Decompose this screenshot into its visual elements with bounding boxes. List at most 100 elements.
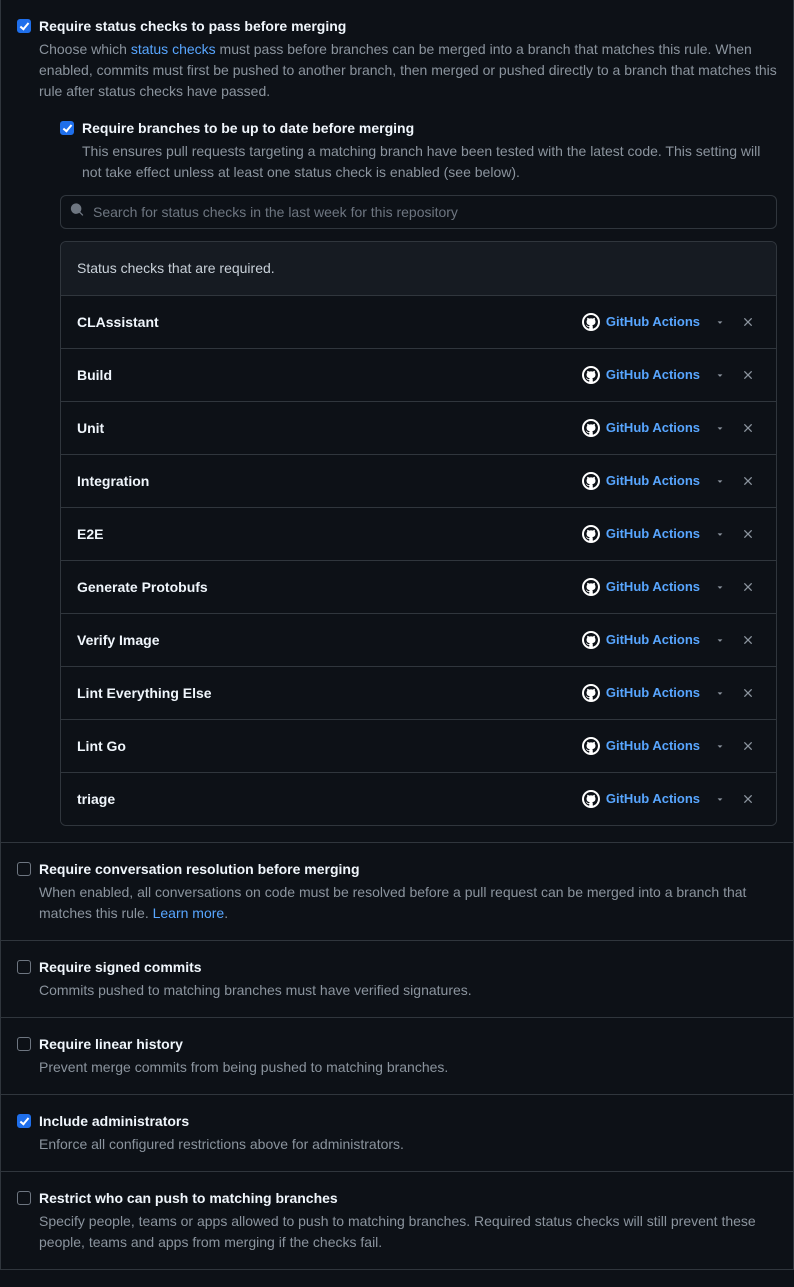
rule-title: Require signed commits <box>39 957 777 978</box>
rule-desc: Specify people, teams or apps allowed to… <box>39 1211 777 1253</box>
check-source[interactable]: GitHub Actions <box>582 789 700 809</box>
checkbox-signed-commits[interactable] <box>17 960 31 974</box>
sub-up-to-date: Require branches to be up to date before… <box>60 118 777 826</box>
remove-check-button[interactable] <box>736 416 760 440</box>
check-source[interactable]: GitHub Actions <box>582 312 700 332</box>
chevron-down-icon[interactable] <box>708 787 732 811</box>
rule-desc: When enabled, all conversations on code … <box>39 882 777 924</box>
learn-more-link[interactable]: Learn more <box>153 905 225 921</box>
check-name: Build <box>77 365 582 386</box>
rule-title: Require branches to be up to date before… <box>82 118 777 139</box>
github-icon <box>582 790 600 808</box>
chevron-down-icon[interactable] <box>708 628 732 652</box>
rule-signed-commits: Require signed commits Commits pushed to… <box>1 940 793 1017</box>
check-source[interactable]: GitHub Actions <box>582 630 700 650</box>
rule-desc: Commits pushed to matching branches must… <box>39 980 777 1001</box>
branch-protection-panel: Require status checks to pass before mer… <box>0 0 794 1270</box>
rule-require-status-checks: Require status checks to pass before mer… <box>1 0 793 842</box>
checkbox-require-status-checks[interactable] <box>17 19 31 33</box>
search-input[interactable] <box>60 195 777 229</box>
status-checks-link[interactable]: status checks <box>131 41 216 57</box>
checkbox-up-to-date[interactable] <box>60 121 74 135</box>
check-name: Unit <box>77 418 582 439</box>
rule-title: Require status checks to pass before mer… <box>39 16 777 37</box>
remove-check-button[interactable] <box>736 575 760 599</box>
chevron-down-icon[interactable] <box>708 522 732 546</box>
check-name: Lint Go <box>77 736 582 757</box>
check-row: E2E GitHub Actions <box>61 508 776 561</box>
checkbox-conversation-resolution[interactable] <box>17 862 31 876</box>
checkbox-linear-history[interactable] <box>17 1037 31 1051</box>
remove-check-button[interactable] <box>736 310 760 334</box>
rule-desc: Choose which status checks must pass bef… <box>39 39 777 102</box>
check-name: triage <box>77 789 582 810</box>
required-checks-box: Status checks that are required. CLAssis… <box>60 241 777 826</box>
remove-check-button[interactable] <box>736 787 760 811</box>
check-row: Lint Go GitHub Actions <box>61 720 776 773</box>
remove-check-button[interactable] <box>736 363 760 387</box>
github-icon <box>582 631 600 649</box>
checkbox-include-administrators[interactable] <box>17 1114 31 1128</box>
source-label: GitHub Actions <box>606 577 700 597</box>
check-row: Lint Everything Else GitHub Actions <box>61 667 776 720</box>
check-name: CLAssistant <box>77 312 582 333</box>
check-source[interactable]: GitHub Actions <box>582 577 700 597</box>
rule-desc: Prevent merge commits from being pushed … <box>39 1057 777 1078</box>
check-source[interactable]: GitHub Actions <box>582 524 700 544</box>
check-source[interactable]: GitHub Actions <box>582 683 700 703</box>
check-name: Verify Image <box>77 630 582 651</box>
rule-desc: This ensures pull requests targeting a m… <box>82 141 777 183</box>
github-icon <box>582 366 600 384</box>
rule-title: Restrict who can push to matching branch… <box>39 1188 777 1209</box>
source-label: GitHub Actions <box>606 736 700 756</box>
rule-title: Require conversation resolution before m… <box>39 859 777 880</box>
source-label: GitHub Actions <box>606 789 700 809</box>
search-icon <box>70 202 84 223</box>
check-row: Integration GitHub Actions <box>61 455 776 508</box>
check-source[interactable]: GitHub Actions <box>582 471 700 491</box>
check-row: Unit GitHub Actions <box>61 402 776 455</box>
source-label: GitHub Actions <box>606 471 700 491</box>
source-label: GitHub Actions <box>606 630 700 650</box>
source-label: GitHub Actions <box>606 418 700 438</box>
source-label: GitHub Actions <box>606 365 700 385</box>
github-icon <box>582 419 600 437</box>
github-icon <box>582 737 600 755</box>
check-name: E2E <box>77 524 582 545</box>
github-icon <box>582 472 600 490</box>
chevron-down-icon[interactable] <box>708 734 732 758</box>
check-name: Generate Protobufs <box>77 577 582 598</box>
remove-check-button[interactable] <box>736 628 760 652</box>
github-icon <box>582 313 600 331</box>
check-source[interactable]: GitHub Actions <box>582 736 700 756</box>
chevron-down-icon[interactable] <box>708 363 732 387</box>
chevron-down-icon[interactable] <box>708 681 732 705</box>
chevron-down-icon[interactable] <box>708 469 732 493</box>
rule-linear-history: Require linear history Prevent merge com… <box>1 1017 793 1094</box>
check-name: Lint Everything Else <box>77 683 582 704</box>
checks-header: Status checks that are required. <box>61 242 776 296</box>
github-icon <box>582 525 600 543</box>
source-label: GitHub Actions <box>606 312 700 332</box>
remove-check-button[interactable] <box>736 469 760 493</box>
check-row: CLAssistant GitHub Actions <box>61 296 776 349</box>
source-label: GitHub Actions <box>606 524 700 544</box>
source-label: GitHub Actions <box>606 683 700 703</box>
checkbox-restrict-push[interactable] <box>17 1191 31 1205</box>
rule-conversation-resolution: Require conversation resolution before m… <box>1 842 793 940</box>
remove-check-button[interactable] <box>736 681 760 705</box>
chevron-down-icon[interactable] <box>708 416 732 440</box>
remove-check-button[interactable] <box>736 734 760 758</box>
chevron-down-icon[interactable] <box>708 575 732 599</box>
rule-title: Include administrators <box>39 1111 777 1132</box>
check-name: Integration <box>77 471 582 492</box>
remove-check-button[interactable] <box>736 522 760 546</box>
check-source[interactable]: GitHub Actions <box>582 365 700 385</box>
rule-title: Require linear history <box>39 1034 777 1055</box>
chevron-down-icon[interactable] <box>708 310 732 334</box>
rule-desc: Enforce all configured restrictions abov… <box>39 1134 777 1155</box>
check-source[interactable]: GitHub Actions <box>582 418 700 438</box>
check-row: Generate Protobufs GitHub Actions <box>61 561 776 614</box>
github-icon <box>582 684 600 702</box>
check-row: Build GitHub Actions <box>61 349 776 402</box>
